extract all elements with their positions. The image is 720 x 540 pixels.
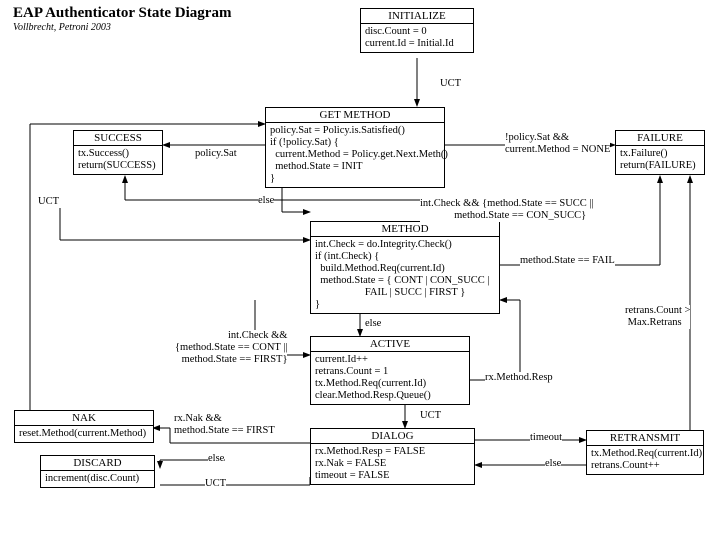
state-dialog-title: DIALOG — [311, 429, 474, 444]
label-uct-discard: UCT — [205, 478, 226, 490]
state-retransmit-body: tx.Method.Req(current.Id) retrans.Count+… — [587, 446, 703, 474]
state-nak-body: reset.Method(current.Method) — [15, 426, 153, 442]
label-not-policysat: !policy.Sat && current.Method = NONE — [505, 132, 610, 156]
label-nak-cond: rx.Nak && method.State == FIRST — [174, 413, 275, 437]
state-active-title: ACTIVE — [311, 337, 469, 352]
label-uct-init: UCT — [440, 78, 461, 90]
label-fail-cond: method.State == FAIL — [520, 255, 615, 267]
state-success: SUCCESS tx.Success() return(SUCCESS) — [73, 130, 163, 175]
label-else-dialog: else — [208, 453, 224, 465]
state-active: ACTIVE current.Id++ retrans.Count = 1 tx… — [310, 336, 470, 405]
state-initialize-title: INITIALIZE — [361, 9, 473, 24]
state-method-body: int.Check = do.Integrity.Check() if (int… — [311, 237, 499, 313]
state-discard: DISCARD increment(disc.Count) — [40, 455, 155, 488]
label-else-getmethod: else — [258, 195, 274, 207]
state-failure-body: tx.Failure() return(FAILURE) — [616, 146, 704, 174]
state-discard-title: DISCARD — [41, 456, 154, 471]
state-getmethod-title: GET METHOD — [266, 108, 444, 123]
label-uct-left: UCT — [38, 196, 59, 208]
state-nak-title: NAK — [15, 411, 153, 426]
label-rxresp: rx.Method.Resp — [485, 372, 553, 384]
state-getmethod: GET METHOD policy.Sat = Policy.is.Satisf… — [265, 107, 445, 188]
state-retransmit: RETRANSMIT tx.Method.Req(current.Id) ret… — [586, 430, 704, 475]
state-failure-title: FAILURE — [616, 131, 704, 146]
state-dialog: DIALOG rx.Method.Resp = FALSE rx.Nak = F… — [310, 428, 475, 485]
state-failure: FAILURE tx.Failure() return(FAILURE) — [615, 130, 705, 175]
state-retransmit-title: RETRANSMIT — [587, 431, 703, 446]
label-active-cond: int.Check && {method.State == CONT || me… — [175, 330, 287, 366]
state-dialog-body: rx.Method.Resp = FALSE rx.Nak = FALSE ti… — [311, 444, 474, 484]
state-initialize-body: disc.Count = 0 current.Id = Initial.Id — [361, 24, 473, 52]
state-success-body: tx.Success() return(SUCCESS) — [74, 146, 162, 174]
label-policysat: policy.Sat — [195, 148, 237, 160]
state-success-title: SUCCESS — [74, 131, 162, 146]
state-method-title: METHOD — [311, 222, 499, 237]
label-timeout: timeout — [530, 432, 562, 444]
label-else-method: else — [365, 318, 381, 330]
state-active-body: current.Id++ retrans.Count = 1 tx.Method… — [311, 352, 469, 404]
state-getmethod-body: policy.Sat = Policy.is.Satisfied() if (!… — [266, 123, 444, 187]
state-nak: NAK reset.Method(current.Method) — [14, 410, 154, 443]
label-succ-cond: int.Check && {method.State == SUCC || me… — [420, 198, 594, 222]
state-discard-body: increment(disc.Count) — [41, 471, 154, 487]
label-else-retransmit: else — [545, 458, 561, 470]
label-retrans-cond: retrans.Count > Max.Retrans — [625, 305, 690, 329]
state-method: METHOD int.Check = do.Integrity.Check() … — [310, 221, 500, 314]
label-uct-active: UCT — [420, 410, 441, 422]
state-initialize: INITIALIZE disc.Count = 0 current.Id = I… — [360, 8, 474, 53]
